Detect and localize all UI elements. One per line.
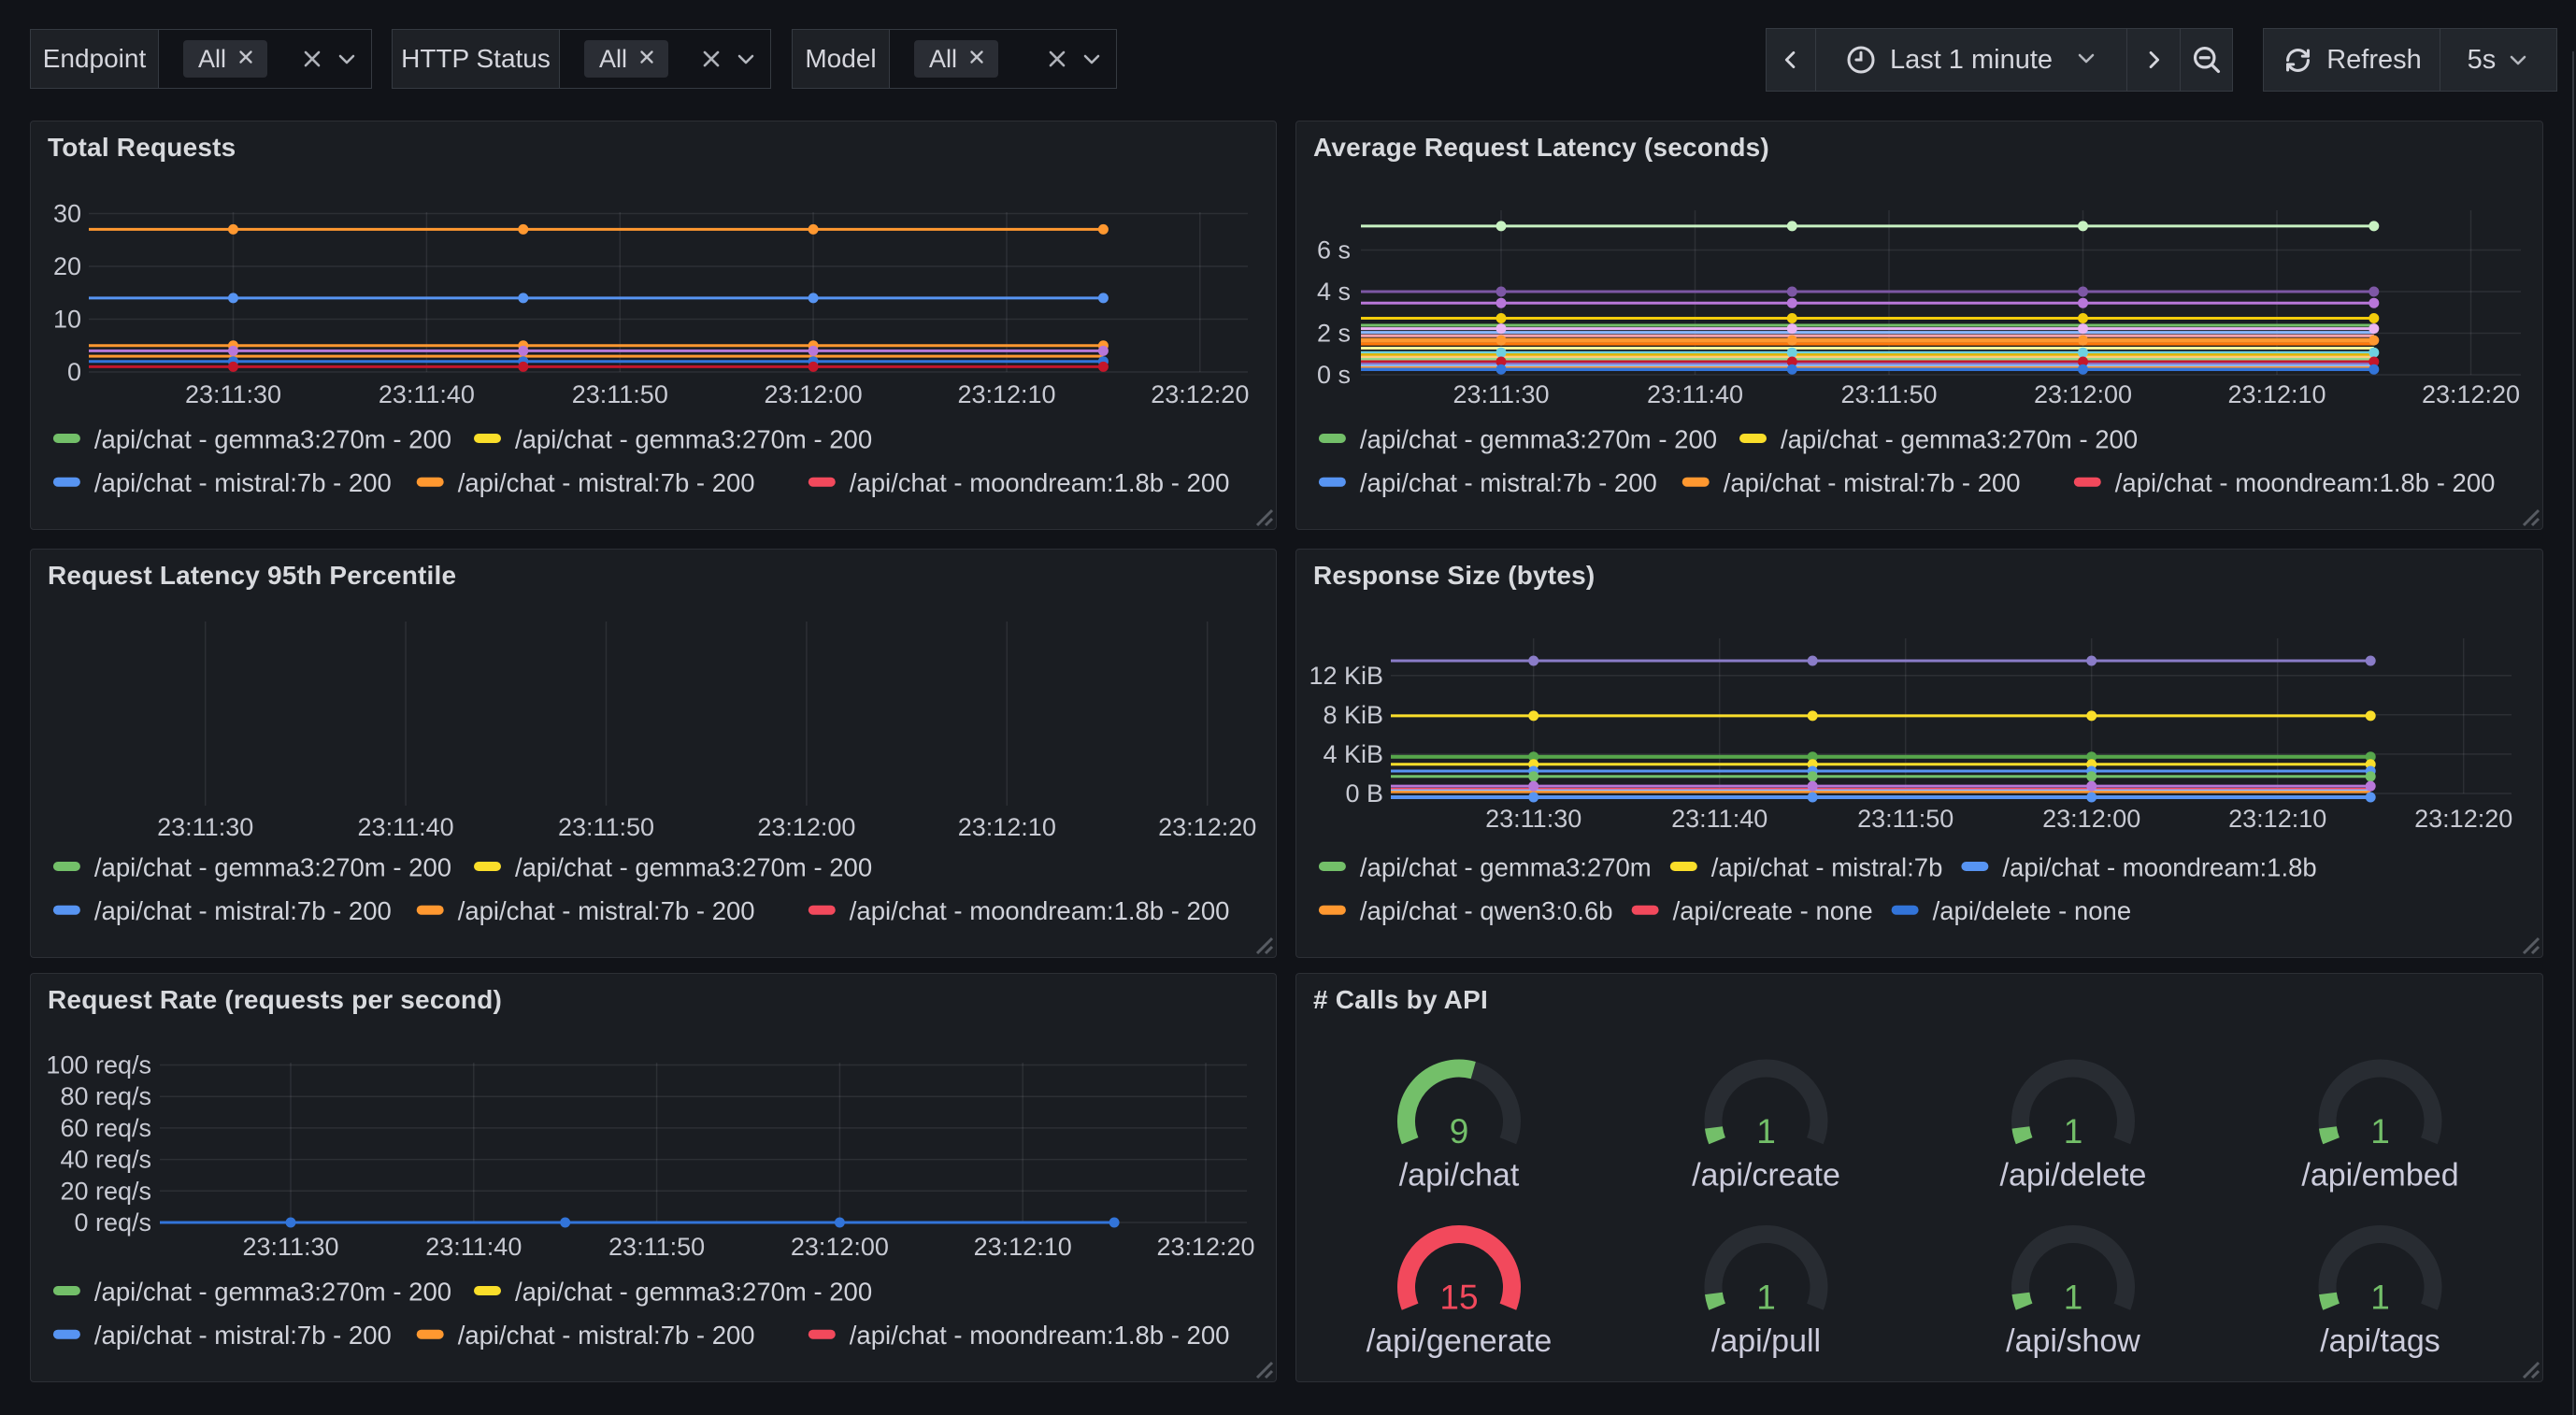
svg-text:23:12:20: 23:12:20 bbox=[2414, 805, 2512, 833]
svg-text:/api/delete - none: /api/delete - none bbox=[1933, 896, 2132, 925]
svg-text:/api/tags: /api/tags bbox=[2320, 1323, 2440, 1359]
svg-text:/api/chat - mistral:7b - 200: /api/chat - mistral:7b - 200 bbox=[458, 468, 755, 497]
svg-text:1: 1 bbox=[2370, 1112, 2390, 1151]
svg-text:23:12:10: 23:12:10 bbox=[957, 380, 1055, 408]
svg-text:23:11:40: 23:11:40 bbox=[358, 813, 454, 841]
svg-text:/api/chat - gemma3:270m - 200: /api/chat - gemma3:270m - 200 bbox=[1360, 425, 1717, 454]
svg-text:8 KiB: 8 KiB bbox=[1323, 701, 1383, 729]
svg-text:23:12:20: 23:12:20 bbox=[1156, 1233, 1254, 1261]
svg-text:100 req/s: 100 req/s bbox=[46, 1051, 151, 1079]
svg-text:1: 1 bbox=[2064, 1112, 2083, 1151]
svg-text:80 req/s: 80 req/s bbox=[60, 1082, 151, 1110]
svg-text:1: 1 bbox=[1756, 1112, 1776, 1151]
svg-text:/api/chat - moondream:1.8b: /api/chat - moondream:1.8b bbox=[2002, 853, 2316, 882]
svg-text:12 KiB: 12 KiB bbox=[1309, 662, 1383, 690]
svg-text:0: 0 bbox=[67, 358, 81, 386]
svg-text:23:12:00: 23:12:00 bbox=[791, 1233, 889, 1261]
svg-text:/api/chat - moondream:1.8b - 2: /api/chat - moondream:1.8b - 200 bbox=[2115, 468, 2496, 497]
svg-text:/api/chat - gemma3:270m - 200: /api/chat - gemma3:270m - 200 bbox=[94, 1278, 451, 1307]
svg-text:23:11:50: 23:11:50 bbox=[1857, 805, 1953, 833]
svg-text:9: 9 bbox=[1450, 1112, 1469, 1151]
svg-text:/api/pull: /api/pull bbox=[1711, 1323, 1821, 1359]
svg-text:/api/generate: /api/generate bbox=[1367, 1323, 1553, 1359]
svg-text:40 req/s: 40 req/s bbox=[60, 1146, 151, 1174]
svg-text:/api/embed: /api/embed bbox=[2301, 1158, 2458, 1193]
svg-text:23:11:40: 23:11:40 bbox=[425, 1233, 522, 1261]
svg-text:23:12:00: 23:12:00 bbox=[2034, 380, 2132, 408]
svg-text:/api/chat - gemma3:270m - 200: /api/chat - gemma3:270m - 200 bbox=[1781, 425, 2138, 454]
svg-text:6 s: 6 s bbox=[1317, 236, 1351, 264]
svg-text:23:12:20: 23:12:20 bbox=[1151, 380, 1249, 408]
svg-text:23:12:20: 23:12:20 bbox=[1158, 813, 1256, 841]
svg-text:23:12:00: 23:12:00 bbox=[757, 813, 855, 841]
svg-text:/api/chat - mistral:7b: /api/chat - mistral:7b bbox=[1711, 853, 1943, 882]
svg-text:/api/chat - mistral:7b - 200: /api/chat - mistral:7b - 200 bbox=[1360, 468, 1657, 497]
svg-text:1: 1 bbox=[1756, 1279, 1776, 1317]
svg-text:23:12:20: 23:12:20 bbox=[2422, 380, 2520, 408]
svg-text:23:11:40: 23:11:40 bbox=[1647, 380, 1743, 408]
svg-text:23:11:40: 23:11:40 bbox=[1671, 805, 1767, 833]
svg-text:23:12:00: 23:12:00 bbox=[2042, 805, 2140, 833]
svg-text:/api/chat - gemma3:270m - 200: /api/chat - gemma3:270m - 200 bbox=[515, 853, 872, 882]
svg-text:0 s: 0 s bbox=[1317, 361, 1351, 389]
svg-text:10: 10 bbox=[53, 306, 81, 334]
svg-text:60 req/s: 60 req/s bbox=[60, 1114, 151, 1142]
svg-text:23:11:30: 23:11:30 bbox=[1485, 805, 1581, 833]
svg-text:23:11:50: 23:11:50 bbox=[572, 380, 668, 408]
svg-text:23:11:30: 23:11:30 bbox=[1453, 380, 1549, 408]
svg-text:0 req/s: 0 req/s bbox=[74, 1208, 151, 1236]
svg-text:/api/chat - gemma3:270m - 200: /api/chat - gemma3:270m - 200 bbox=[94, 425, 451, 454]
svg-text:/api/chat - mistral:7b - 200: /api/chat - mistral:7b - 200 bbox=[1724, 468, 2021, 497]
svg-text:23:11:40: 23:11:40 bbox=[379, 380, 475, 408]
svg-text:23:11:30: 23:11:30 bbox=[242, 1233, 338, 1261]
svg-text:23:12:10: 23:12:10 bbox=[2227, 380, 2326, 408]
svg-text:/api/create: /api/create bbox=[1692, 1158, 1840, 1193]
svg-text:1: 1 bbox=[2370, 1279, 2390, 1317]
svg-text:4 s: 4 s bbox=[1317, 278, 1351, 306]
svg-text:15: 15 bbox=[1439, 1279, 1478, 1317]
svg-text:/api/show: /api/show bbox=[2006, 1323, 2140, 1359]
svg-text:4 KiB: 4 KiB bbox=[1323, 740, 1383, 768]
svg-text:/api/chat: /api/chat bbox=[1399, 1158, 1520, 1193]
svg-text:/api/chat - mistral:7b - 200: /api/chat - mistral:7b - 200 bbox=[94, 896, 392, 925]
svg-text:/api/chat - moondream:1.8b - 2: /api/chat - moondream:1.8b - 200 bbox=[850, 1321, 1230, 1350]
svg-text:/api/chat - gemma3:270m - 200: /api/chat - gemma3:270m - 200 bbox=[515, 425, 872, 454]
svg-text:23:11:50: 23:11:50 bbox=[608, 1233, 705, 1261]
svg-text:23:11:30: 23:11:30 bbox=[157, 813, 253, 841]
svg-text:/api/create - none: /api/create - none bbox=[1673, 896, 1873, 925]
svg-text:/api/chat - qwen3:0.6b: /api/chat - qwen3:0.6b bbox=[1360, 896, 1613, 925]
svg-text:23:12:10: 23:12:10 bbox=[974, 1233, 1072, 1261]
svg-text:/api/chat - mistral:7b - 200: /api/chat - mistral:7b - 200 bbox=[94, 1321, 392, 1350]
svg-text:/api/delete: /api/delete bbox=[2000, 1158, 2147, 1193]
svg-text:20 req/s: 20 req/s bbox=[60, 1177, 151, 1205]
svg-text:23:11:50: 23:11:50 bbox=[1840, 380, 1937, 408]
svg-text:23:11:50: 23:11:50 bbox=[558, 813, 654, 841]
svg-text:/api/chat - mistral:7b - 200: /api/chat - mistral:7b - 200 bbox=[94, 468, 392, 497]
svg-text:/api/chat - gemma3:270m: /api/chat - gemma3:270m bbox=[1360, 853, 1652, 882]
svg-text:/api/chat - gemma3:270m - 200: /api/chat - gemma3:270m - 200 bbox=[94, 853, 451, 882]
svg-text:0 B: 0 B bbox=[1345, 779, 1383, 808]
svg-text:/api/chat - mistral:7b - 200: /api/chat - mistral:7b - 200 bbox=[458, 896, 755, 925]
svg-text:23:12:10: 23:12:10 bbox=[958, 813, 1056, 841]
svg-text:/api/chat - gemma3:270m - 200: /api/chat - gemma3:270m - 200 bbox=[515, 1278, 872, 1307]
svg-text:/api/chat - mistral:7b - 200: /api/chat - mistral:7b - 200 bbox=[458, 1321, 755, 1350]
svg-text:2 s: 2 s bbox=[1317, 320, 1351, 348]
svg-text:23:12:00: 23:12:00 bbox=[765, 380, 863, 408]
svg-text:/api/chat - moondream:1.8b - 2: /api/chat - moondream:1.8b - 200 bbox=[850, 468, 1230, 497]
svg-text:23:12:10: 23:12:10 bbox=[2228, 805, 2326, 833]
svg-text:/api/chat - moondream:1.8b - 2: /api/chat - moondream:1.8b - 200 bbox=[850, 896, 1230, 925]
svg-text:20: 20 bbox=[53, 252, 81, 280]
svg-text:30: 30 bbox=[53, 200, 81, 228]
svg-text:1: 1 bbox=[2064, 1279, 2083, 1317]
svg-text:23:11:30: 23:11:30 bbox=[185, 380, 281, 408]
